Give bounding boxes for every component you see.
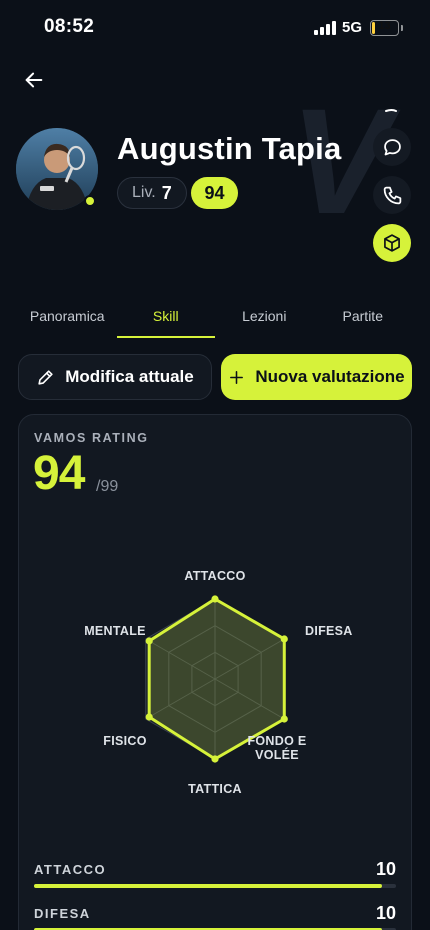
- cube-icon: [384, 234, 400, 252]
- network-type: 5G: [342, 19, 363, 36]
- pencil-icon: [38, 369, 53, 385]
- level-label: Liv.: [132, 184, 156, 201]
- skill-label: DIFESA: [34, 906, 91, 921]
- arrow-left-icon: [25, 72, 43, 88]
- chat-bubble-icon: [383, 138, 401, 155]
- radar-label-4: FISICO: [103, 734, 146, 748]
- tab-partite[interactable]: Partite: [314, 296, 413, 338]
- new-evaluation-label: Nuova valutazione: [255, 367, 405, 386]
- rating-max: /99: [96, 478, 119, 495]
- skill-progress-fill: [34, 884, 382, 888]
- radar-label-5: MENTALE: [84, 624, 146, 638]
- partial-icon: [385, 109, 397, 112]
- radar-label-2: FONDO E VOLÉE: [247, 734, 306, 762]
- tab-panoramica[interactable]: Panoramica: [18, 296, 117, 338]
- battery-cap: [401, 25, 403, 31]
- score-badge: 94: [191, 177, 238, 209]
- radar-point-5: [145, 637, 153, 645]
- status-time: 08:52: [44, 16, 95, 37]
- rating-value: 94: [33, 447, 85, 500]
- plus-icon: [230, 370, 244, 384]
- status-bar: 08:52 5G 13: [0, 0, 430, 56]
- radar-point-0: [211, 595, 219, 603]
- player-name: Augustin Tapia: [117, 131, 342, 166]
- new-evaluation-button[interactable]: Nuova valutazione: [221, 354, 412, 400]
- tab-skill[interactable]: Skill: [116, 296, 216, 338]
- skill-value: 10: [375, 859, 396, 879]
- package-button[interactable]: [373, 224, 411, 262]
- radar-point-1: [280, 635, 288, 643]
- signal-icon: [314, 21, 336, 35]
- tab-lezioni[interactable]: Lezioni: [215, 296, 314, 338]
- radar-label-3: TATTICA: [188, 782, 242, 796]
- skill-radar-chart: ATTACCO DIFESA FONDO E VOLÉE TATTICA FISICO ME…: [84, 569, 353, 796]
- tab-bar: Panoramica Skill Lezioni Partite: [18, 296, 412, 338]
- skill-label: ATTACCO: [34, 862, 107, 877]
- phone-icon: [383, 186, 401, 204]
- battery-level: 13: [378, 20, 391, 32]
- radar-point-3: [211, 755, 219, 763]
- chat-button[interactable]: [373, 128, 411, 166]
- radar-label-0: ATTACCO: [184, 569, 245, 583]
- online-status-dot: [84, 195, 96, 207]
- back-button[interactable]: [20, 66, 48, 94]
- level-badge: Liv. 7: [117, 177, 187, 209]
- radar-point-2: [280, 715, 288, 723]
- more-action-button[interactable]: [373, 84, 411, 122]
- level-value: 7: [161, 182, 172, 203]
- skill-progress-track: [34, 884, 396, 888]
- battery-icon: 13: [370, 20, 399, 36]
- skill-value: 10: [375, 903, 396, 923]
- call-button[interactable]: [373, 176, 411, 214]
- radar-point-4: [145, 713, 153, 721]
- edit-current-button[interactable]: Modifica attuale: [18, 354, 212, 400]
- radar-label-1: DIFESA: [305, 624, 353, 638]
- rating-label: VAMOS RATING: [34, 431, 149, 445]
- edit-current-label: Modifica attuale: [65, 367, 194, 386]
